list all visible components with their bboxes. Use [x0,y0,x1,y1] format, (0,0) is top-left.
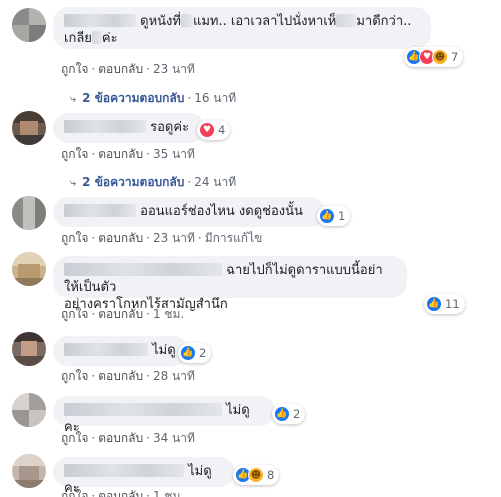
avatar[interactable] [12,454,46,488]
comment-bubble: ฉายไปก็ไม่ดูดาราแบบนี้อย่าให้เป็นตัว อย่… [53,256,407,312]
timestamp[interactable]: 34 นาที [153,431,195,445]
reaction-summary[interactable]: 👍 ☻ 8 [233,465,280,485]
like-button[interactable]: ถูกใจ [61,489,88,497]
like-button[interactable]: ถูกใจ [61,307,88,321]
commenter-name[interactable] [64,204,136,217]
edited-label[interactable]: มีการแก้ไข [205,231,263,245]
comment-text: เกลีย [64,31,92,46]
reply-button[interactable]: ตอบกลับ [98,147,143,161]
like-icon: 👍 [274,406,290,422]
comment-actions: ถูกใจ · ตอบกลับ · 34 นาที [61,431,195,445]
comment-bubble: ไม่ดูคะ [53,396,275,435]
comment-text: ดูหนังที่ [140,14,181,29]
commenter-name[interactable] [64,263,222,276]
reaction-summary[interactable]: 👍 2 [178,343,212,363]
timestamp[interactable]: 23 นาที [153,62,195,76]
comment-actions: ถูกใจ · ตอบกลับ · 35 นาที [61,147,195,161]
comment-text: แมท.. เอาเวลาไปนั่งหาเห็ [192,14,337,29]
comment-text: มาดีกว่า.. [356,14,412,29]
reply-button[interactable]: ตอบกลับ [98,489,143,497]
reaction-summary[interactable]: 👍 1 [317,206,351,226]
view-replies[interactable]: ⤷ 2 ข้อความตอบกลับ · 16 นาที [70,89,236,108]
reaction-count: 7 [451,50,459,64]
replies-time: 16 นาที [194,91,237,105]
replies-time: 24 นาที [194,175,237,189]
commenter-name[interactable] [64,464,184,477]
comment-bubble: ไม่ดู [53,336,188,366]
commenter-name[interactable] [64,403,222,416]
commenter-name[interactable] [64,343,148,356]
reaction-count: 2 [293,407,301,421]
comment-bubble: ดูหนังที่ แมท.. เอาเวลาไปนั่งหาเห็ มาดีกว่… [53,7,431,49]
timestamp[interactable]: 1 ชม. [153,307,184,321]
comment-text: รอดูค่ะ [150,120,190,135]
avatar[interactable] [12,393,46,427]
like-button[interactable]: ถูกใจ [61,431,88,445]
timestamp[interactable]: 35 นาที [153,147,195,161]
commenter-name[interactable] [64,14,136,27]
comment-text: ออนแอร์ช่องไหน งดดูช่องนั้น [140,204,303,219]
like-icon: 👍 [319,208,335,224]
reaction-summary[interactable]: ♥ 4 [197,120,231,140]
timestamp[interactable]: 1 ชม. [153,489,184,497]
avatar[interactable] [12,111,46,145]
haha-icon: ☻ [248,467,264,483]
timestamp[interactable]: 23 นาที [153,231,195,245]
haha-icon: ☻ [432,49,448,65]
reply-button[interactable]: ตอบกลับ [98,431,143,445]
reaction-summary[interactable]: 👍 ♥ ☻ 7 [404,47,464,67]
reaction-count: 8 [267,468,275,482]
reaction-count: 2 [199,346,207,360]
replies-count[interactable]: 2 ข้อความตอบกลับ [82,175,184,189]
reply-button[interactable]: ตอบกลับ [98,231,143,245]
avatar[interactable] [12,8,46,42]
like-button[interactable]: ถูกใจ [61,62,88,76]
blurred-text [180,14,193,27]
comment-actions: ถูกใจ · ตอบกลับ · 1 ชม. [61,307,185,321]
reaction-count: 1 [338,209,346,223]
timestamp[interactable]: 28 นาที [153,369,195,383]
like-icon: 👍 [426,296,442,312]
reply-button[interactable]: ตอบกลับ [98,307,143,321]
view-replies[interactable]: ⤷ 2 ข้อความตอบกลับ · 24 นาที [70,173,236,192]
like-button[interactable]: ถูกใจ [61,147,88,161]
love-icon: ♥ [199,122,215,138]
reply-button[interactable]: ตอบกลับ [98,369,143,383]
comment-actions: ถูกใจ · ตอบกลับ · 23 นาที [61,62,195,76]
blurred-text [336,14,357,27]
like-button[interactable]: ถูกใจ [61,369,88,383]
comment-text: ค่ะ [101,31,118,46]
reaction-summary[interactable]: 👍 2 [272,404,306,424]
comment-bubble: ไม่ดูคะ [53,457,235,496]
commenter-name[interactable] [64,120,146,133]
like-button[interactable]: ถูกใจ [61,231,88,245]
comment-bubble: รอดูค่ะ [53,113,205,143]
reaction-count: 11 [445,297,460,311]
comment-text: ไม่ดู [152,343,176,358]
avatar[interactable] [12,196,46,230]
replies-count[interactable]: 2 ข้อความตอบกลับ [82,91,184,105]
comment-actions: ถูกใจ · ตอบกลับ · 23 นาที · มีการแก้ไข [61,231,263,245]
reply-button[interactable]: ตอบกลับ [98,62,143,76]
like-icon: 👍 [180,345,196,361]
comment-actions: ถูกใจ · ตอบกลับ · 28 นาที [61,369,195,383]
comment-actions: ถูกใจ · ตอบกลับ · 1 ชม. [61,487,184,497]
avatar[interactable] [12,252,46,286]
comment-bubble: ออนแอร์ช่องไหน งดดูช่องนั้น [53,197,325,227]
reaction-count: 4 [218,123,226,137]
reply-arrow-icon: ⤷ [70,92,77,105]
reply-arrow-icon: ⤷ [70,176,77,189]
avatar[interactable] [12,332,46,366]
reaction-summary[interactable]: 👍 11 [424,294,465,314]
blurred-text [91,31,102,44]
